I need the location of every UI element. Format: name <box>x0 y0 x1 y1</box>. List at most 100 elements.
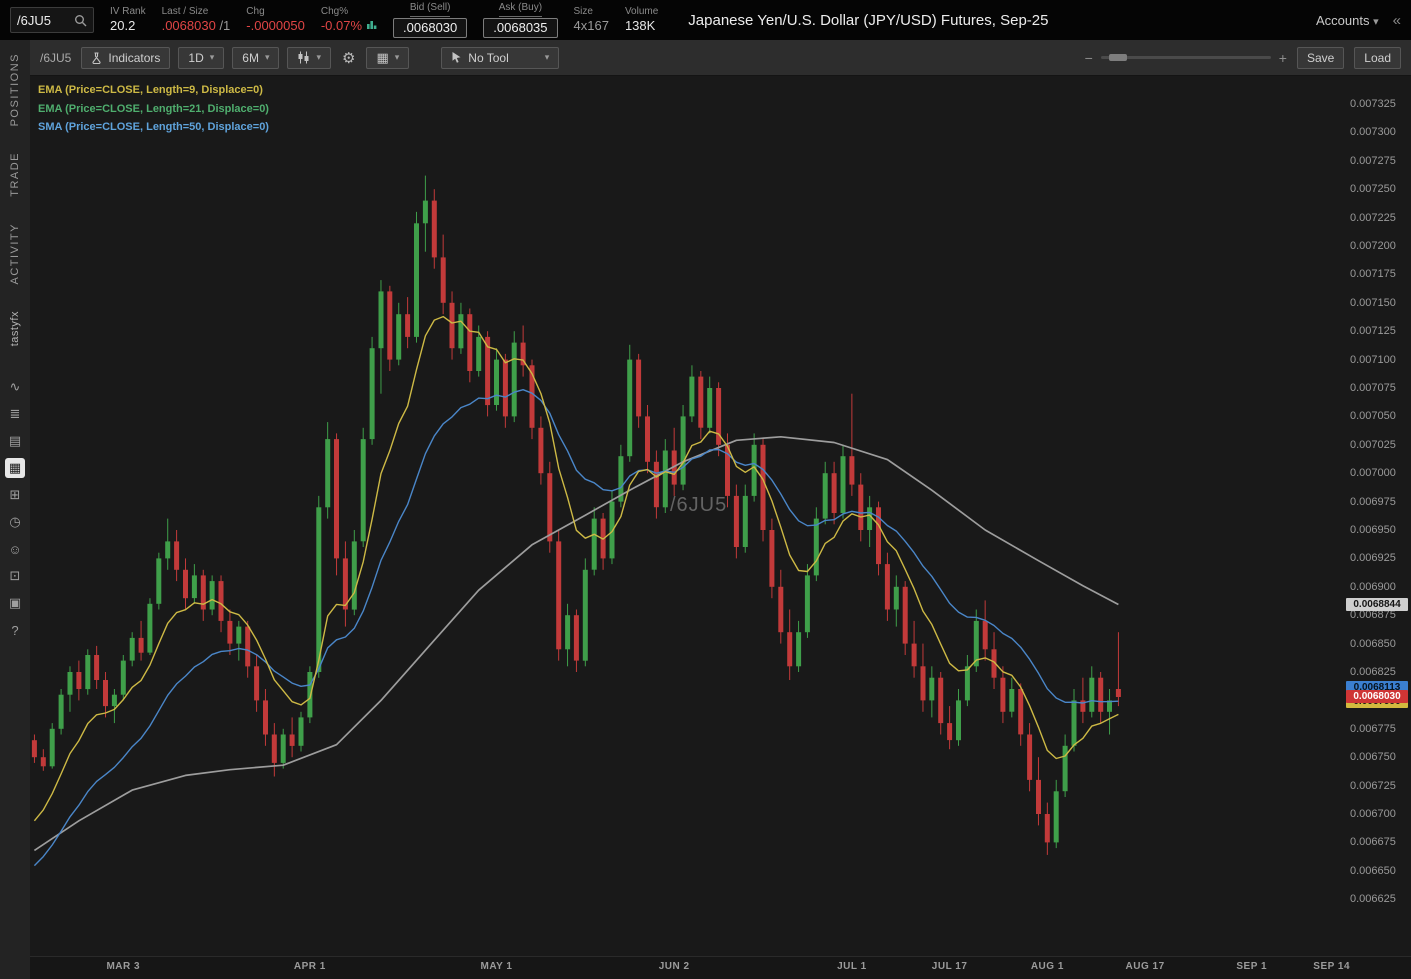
timeframe-dropdown[interactable]: 1D▾ <box>178 47 224 69</box>
indicators-button[interactable]: Indicators <box>81 47 170 69</box>
x-tick-label: APR 1 <box>280 961 340 972</box>
candle <box>503 360 508 417</box>
indicator-label[interactable]: SMA (Price=CLOSE, Length=50, Displace=0) <box>38 118 269 137</box>
sidebar-tab-tastyfx[interactable]: tastyfx <box>9 311 21 346</box>
zoom-slider[interactable] <box>1101 56 1271 59</box>
candle <box>227 621 232 644</box>
last-price-value: .0068030 <box>162 18 216 33</box>
candle <box>361 439 366 541</box>
zoom-in-button[interactable]: + <box>1279 50 1287 66</box>
package-icon[interactable]: ⊡ <box>5 566 25 586</box>
last-size-label: Last / Size <box>162 6 209 19</box>
candle <box>903 587 908 644</box>
indicator-label[interactable]: EMA (Price=CLOSE, Length=21, Displace=0) <box>38 100 269 119</box>
candle <box>236 627 241 644</box>
help-icon[interactable]: ? <box>5 620 25 640</box>
accounts-dropdown[interactable]: Accounts ▾ <box>1316 13 1379 28</box>
y-tick-label: 0.007075 <box>1350 382 1396 394</box>
candle <box>307 672 312 717</box>
chevron-down-icon: ▾ <box>1373 16 1379 28</box>
y-tick-label: 0.007025 <box>1350 439 1396 451</box>
candle <box>592 519 597 570</box>
chg-pct-value: -0.07% <box>321 18 362 33</box>
candle <box>290 735 295 746</box>
y-tick-label: 0.006950 <box>1350 524 1396 536</box>
sidebar-tab-trade[interactable]: TRADE <box>9 152 21 197</box>
candle <box>414 223 419 337</box>
indicator-curve-icon[interactable]: ∿ <box>5 377 25 397</box>
chevron-down-icon: ▾ <box>210 52 215 63</box>
y-tick-label: 0.007200 <box>1350 240 1396 252</box>
y-tick-label: 0.007100 <box>1350 354 1396 366</box>
candle <box>841 456 846 513</box>
ask-price-button[interactable]: .0068035 <box>483 18 557 38</box>
journal-icon[interactable]: ▤ <box>5 431 25 451</box>
list-icon[interactable]: ≣ <box>5 404 25 424</box>
traders-icon[interactable]: ☺ <box>5 539 25 559</box>
candle <box>1098 678 1103 712</box>
candle <box>1036 780 1041 814</box>
candle <box>1027 735 1032 780</box>
candle <box>156 558 161 603</box>
candle <box>1054 791 1059 842</box>
chart-settings-gear-icon[interactable]: ⚙ <box>339 49 358 67</box>
candle <box>219 581 224 621</box>
search-icon[interactable] <box>74 14 87 27</box>
sidebar-tab-activity[interactable]: ACTIVITY <box>9 223 21 285</box>
candle <box>165 541 170 558</box>
candle <box>379 291 384 348</box>
candle <box>450 303 455 348</box>
y-tick-label: 0.006925 <box>1350 552 1396 564</box>
candle <box>983 621 988 649</box>
candle <box>556 541 561 649</box>
candle <box>885 564 890 609</box>
y-tick-label: 0.007000 <box>1350 467 1396 479</box>
layout-grid-dropdown[interactable]: ▦ ▾ <box>366 47 409 69</box>
calendar-icon[interactable]: ▣ <box>5 593 25 613</box>
drawing-tool-dropdown[interactable]: No Tool ▾ <box>441 47 559 69</box>
candle <box>325 439 330 507</box>
volume-value: 138K <box>625 18 655 34</box>
flask-icon <box>91 52 102 64</box>
y-tick-label: 0.006900 <box>1350 581 1396 593</box>
candle <box>689 377 694 417</box>
intraday-chart-icon[interactable] <box>366 18 377 34</box>
bid-field: Bid (Sell) .0068030 <box>393 2 467 38</box>
symbol-input[interactable]: /6JU5 <box>10 7 94 33</box>
candle <box>565 615 570 649</box>
indicator-label[interactable]: EMA (Price=CLOSE, Length=9, Displace=0) <box>38 81 269 100</box>
chart-type-dropdown[interactable]: ▾ <box>287 47 331 69</box>
chart-icon[interactable]: ▦ <box>5 458 25 478</box>
candle <box>494 360 499 405</box>
zoom-slider-handle[interactable] <box>1109 54 1127 61</box>
zoom-out-button[interactable]: − <box>1085 50 1093 66</box>
volume-field: Volume 138K <box>625 6 658 35</box>
candle <box>778 587 783 632</box>
bid-price-button[interactable]: .0068030 <box>393 18 467 38</box>
candle <box>441 257 446 302</box>
candle <box>458 314 463 348</box>
candle <box>272 735 277 763</box>
load-button[interactable]: Load <box>1354 47 1401 69</box>
candle <box>574 615 579 660</box>
candle <box>1018 689 1023 734</box>
y-tick-label: 0.007250 <box>1350 183 1396 195</box>
candle <box>423 201 428 224</box>
candle <box>281 735 286 763</box>
save-button[interactable]: Save <box>1297 47 1344 69</box>
candle <box>583 570 588 661</box>
candle <box>627 360 632 457</box>
candle <box>636 360 641 417</box>
candle <box>467 314 472 371</box>
grid-icon[interactable]: ⊞ <box>5 485 25 505</box>
candle <box>183 570 188 598</box>
sidebar-tab-positions[interactable]: POSITIONS <box>9 53 21 126</box>
candle <box>103 680 108 706</box>
candle <box>352 541 357 609</box>
x-tick-label: JUL 17 <box>920 961 980 972</box>
collapse-panel-icon[interactable]: « <box>1393 12 1401 29</box>
candle <box>645 416 650 461</box>
history-clock-icon[interactable]: ◷ <box>5 512 25 532</box>
range-dropdown[interactable]: 6M▾ <box>232 47 279 69</box>
candle <box>1072 700 1077 745</box>
